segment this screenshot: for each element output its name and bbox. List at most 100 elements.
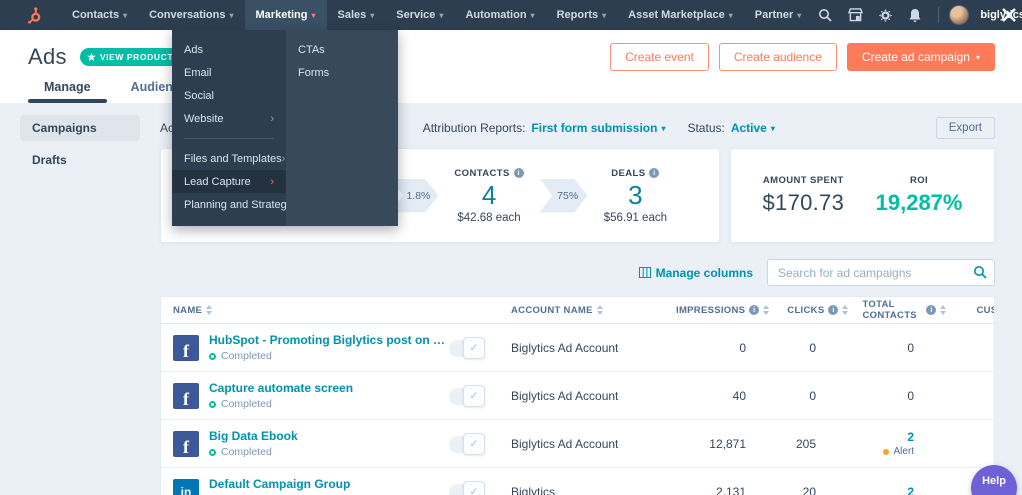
menu-item-files-and-templates[interactable]: Files and Templates › (172, 147, 286, 170)
sidebar-item-campaigns[interactable]: Campaigns (20, 115, 140, 141)
nav-item-conversations[interactable]: Conversations ▾ (138, 0, 244, 30)
sort-icon[interactable] (842, 305, 849, 315)
submenu-item-ctas[interactable]: CTAs (286, 38, 398, 61)
status-completed-icon (209, 448, 216, 456)
nav-item-service[interactable]: Service ▾ (385, 0, 454, 30)
column-header-total-contacts[interactable]: TOTAL CONTACTS i (862, 299, 970, 321)
search-input[interactable] (767, 259, 995, 286)
column-header-account-name[interactable]: ACCOUNT NAME (511, 305, 676, 316)
campaigns-table: NAME ACCOUNT NAME IMPRESSIONS i CLICKS i T… (160, 296, 995, 495)
nav-divider (938, 7, 940, 23)
nav-item-partner[interactable]: Partner ▾ (744, 0, 813, 30)
search-icon[interactable] (973, 265, 987, 284)
impressions-cell: 12,871 (709, 436, 746, 451)
manage-columns-button[interactable]: Manage columns (638, 266, 753, 280)
campaign-name-link[interactable]: Default Campaign Group (209, 477, 350, 491)
impressions-cell: 2,131 (715, 484, 746, 495)
column-header-customers[interactable]: CUSTOMERSi (970, 305, 994, 316)
chevron-right-icon: › (270, 112, 274, 125)
sort-icon[interactable] (596, 305, 603, 315)
clicks-cell: 205 (795, 436, 816, 451)
campaign-toggle[interactable]: ✓ (449, 384, 485, 407)
menu-item-ads[interactable]: Ads (172, 38, 286, 61)
notifications-bell-icon[interactable] (902, 0, 928, 30)
status-label: Completed (221, 350, 272, 362)
account-name-cell: Biglytics Ad Account (511, 388, 619, 403)
total-contacts-cell: 0 (907, 388, 914, 403)
clicks-cell: 20 (802, 484, 816, 495)
info-icon[interactable]: i (926, 305, 937, 315)
info-icon[interactable]: i (749, 305, 760, 315)
table-toolbar: Manage columns (160, 259, 995, 286)
nav-item-marketing[interactable]: Marketing ▾ (244, 0, 327, 30)
chevron-right-icon: › (270, 175, 274, 188)
chevron-down-icon: ▾ (123, 10, 128, 20)
total-contacts-link[interactable]: 2 (907, 430, 914, 444)
menu-divider (184, 138, 274, 139)
chevron-down-icon: ▾ (530, 10, 535, 20)
tab-manage[interactable]: Manage (28, 80, 106, 103)
hubspot-logo[interactable] (26, 6, 43, 24)
menu-item-website[interactable]: Website › (172, 107, 286, 130)
sidebar-item-drafts[interactable]: Drafts (20, 147, 140, 173)
alert-dot-icon (883, 448, 890, 455)
campaign-name-link[interactable]: HubSpot - Promoting Biglytics post on 20… (209, 333, 449, 347)
clicks-cell: 0 (809, 388, 816, 403)
amount-spent-stat: AMOUNT SPENT $170.73 (762, 175, 845, 215)
create-event-button[interactable]: Create event (610, 43, 709, 71)
search-icon[interactable] (812, 0, 838, 30)
campaign-toggle[interactable]: ✓ (449, 432, 485, 455)
nav-item-reports[interactable]: Reports ▾ (546, 0, 618, 30)
announcement-icon (86, 52, 96, 61)
export-button[interactable]: Export (935, 117, 995, 139)
table-row: in Default Campaign Group Active ✓ Bigly… (161, 468, 994, 495)
total-contacts-cell: 0 (907, 340, 914, 355)
marketplace-icon[interactable] (842, 0, 868, 30)
info-icon[interactable]: i (828, 305, 839, 315)
spend-roi-card: AMOUNT SPENT $170.73 ROI 19,287% (730, 148, 995, 243)
campaign-name-link[interactable]: Big Data Ebook (209, 429, 298, 443)
nav-item-automation[interactable]: Automation ▾ (454, 0, 545, 30)
menu-item-email[interactable]: Email (172, 61, 286, 84)
submenu-item-forms[interactable]: Forms (286, 61, 398, 84)
roi-value: 19,287% (875, 190, 963, 215)
menu-item-lead-capture[interactable]: Lead Capture › (172, 170, 286, 193)
settings-gear-icon[interactable] (872, 0, 898, 30)
info-icon[interactable]: i (513, 168, 524, 178)
contacts-cost-each: $42.68 each (457, 211, 521, 224)
page-header: Ads VIEW PRODUCT UPDATES Create event Cr… (0, 30, 1022, 103)
total-contacts-link[interactable]: 2 (907, 485, 914, 495)
attribution-reports-dropdown[interactable]: First form submission ▾ (531, 121, 665, 135)
table-row: f Big Data Ebook Completed ✓ Biglytics A… (161, 420, 994, 468)
column-header-clicks[interactable]: CLICKS i (787, 305, 862, 316)
sort-icon[interactable] (206, 305, 213, 315)
status-dropdown[interactable]: Active ▾ (731, 121, 775, 135)
campaign-toggle[interactable]: ✓ (449, 336, 485, 359)
menu-item-social[interactable]: Social (172, 84, 286, 107)
nav-item-sales[interactable]: Sales ▾ (327, 0, 386, 30)
sort-icon[interactable] (940, 305, 947, 315)
close-icon[interactable] (1001, 7, 1017, 28)
alert-label: Alert (893, 446, 914, 457)
create-ad-campaign-button[interactable]: Create ad campaign ▾ (846, 43, 995, 71)
nav-item-asset-marketplace[interactable]: Asset Marketplace ▾ (617, 0, 744, 30)
user-avatar[interactable] (949, 5, 970, 25)
chevron-down-icon: ▾ (797, 10, 802, 20)
chevron-down-icon: ▾ (770, 123, 775, 133)
create-audience-button[interactable]: Create audience (718, 43, 837, 71)
nav-item-contacts[interactable]: Contacts ▾ (61, 0, 138, 30)
sort-icon[interactable] (763, 305, 770, 315)
campaign-name-link[interactable]: Capture automate screen (209, 381, 353, 395)
table-row: f HubSpot - Promoting Biglytics post on … (161, 324, 994, 372)
column-header-impressions[interactable]: IMPRESSIONS i (676, 305, 787, 316)
campaign-toggle[interactable]: ✓ (449, 480, 485, 495)
lead-capture-submenu-panel: CTAs Forms (286, 30, 398, 226)
info-icon[interactable]: i (649, 168, 660, 178)
chevron-right-icon: › (281, 152, 286, 165)
status-completed-icon (209, 400, 216, 408)
menu-item-planning-and-strategy[interactable]: Planning and Strategy› (172, 193, 296, 216)
check-icon: ✓ (463, 432, 485, 455)
deals-cost-each: $56.91 each (603, 211, 667, 224)
top-nav: Contacts ▾ Conversations ▾ Marketing ▾ Sale… (0, 0, 1022, 30)
column-header-name[interactable]: NAME (161, 305, 449, 316)
